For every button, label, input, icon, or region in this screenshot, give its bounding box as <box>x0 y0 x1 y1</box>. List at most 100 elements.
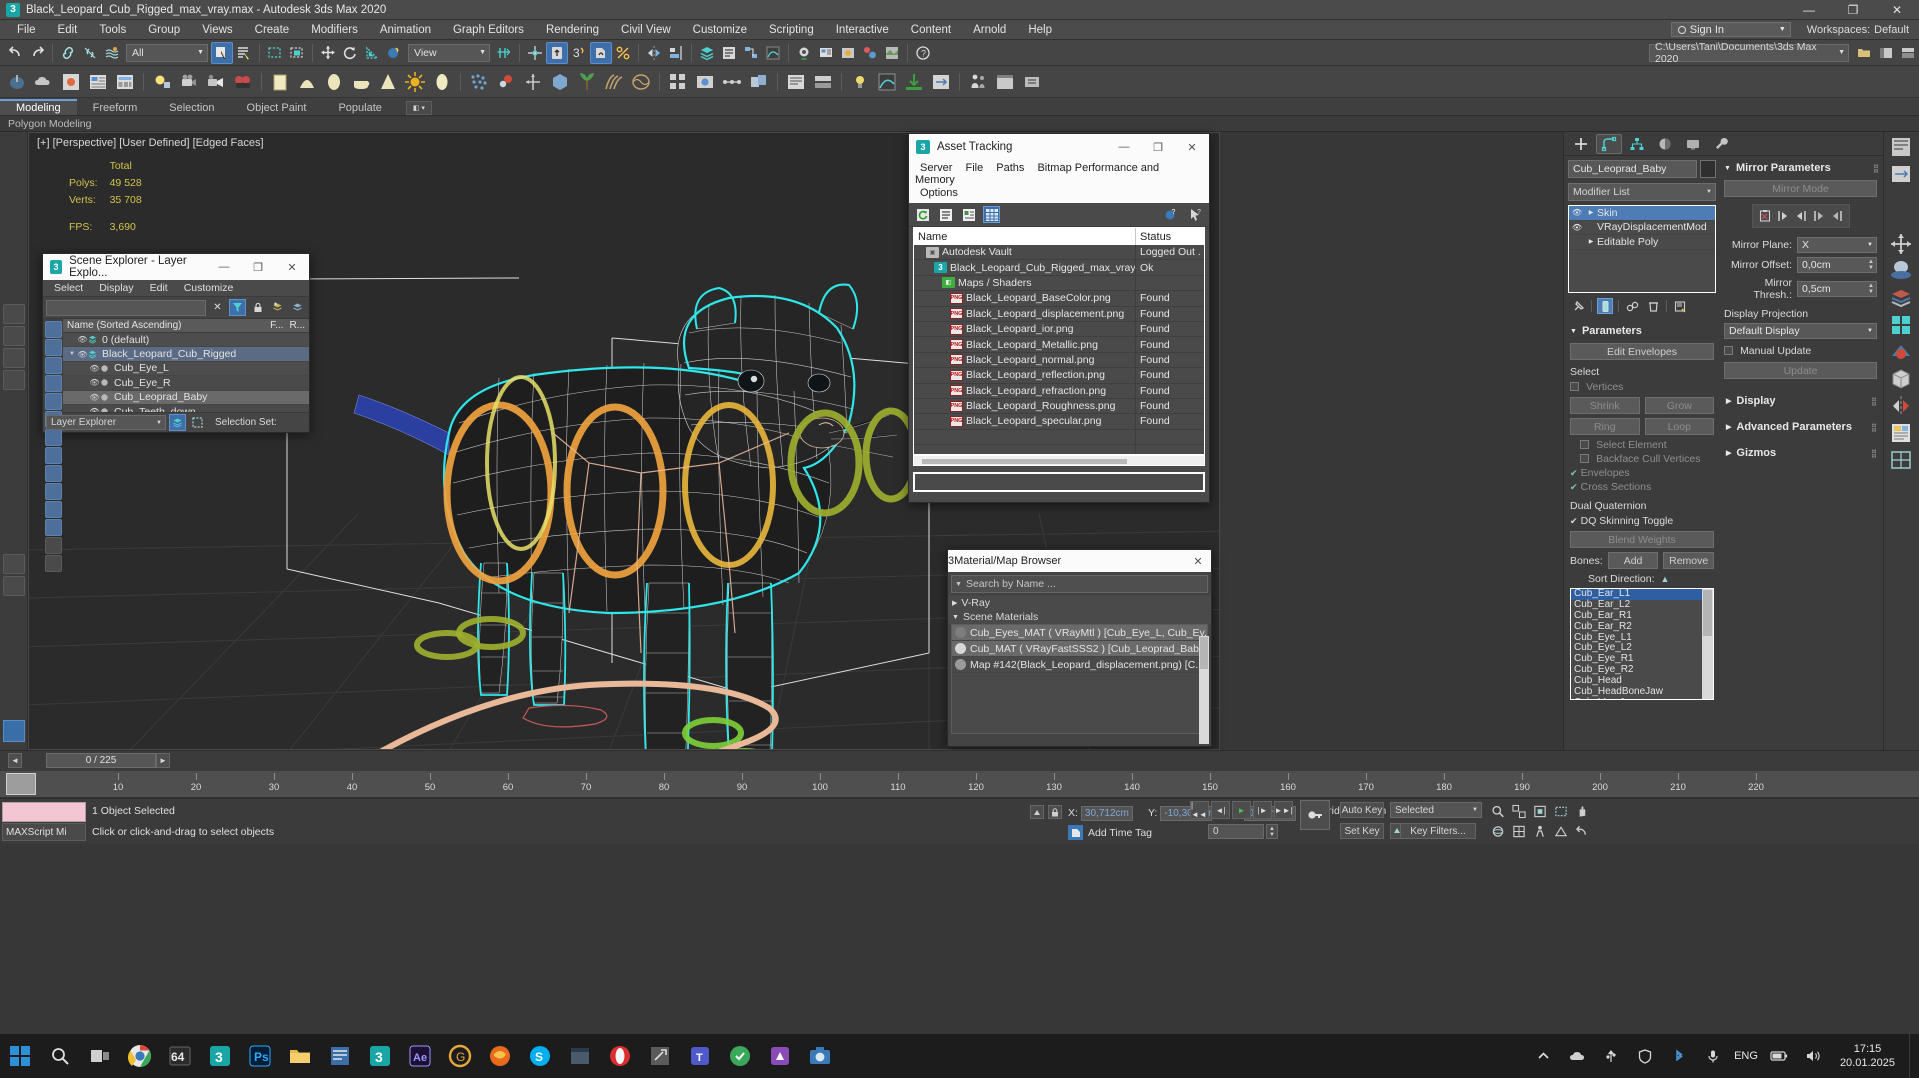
skype-icon[interactable]: S <box>520 1036 560 1076</box>
curve-editor-icon[interactable] <box>762 42 784 64</box>
at-menu-file[interactable]: File <box>960 161 988 175</box>
modifier-list-combo[interactable]: Modifier List ▼ <box>1568 183 1716 201</box>
help-web-icon[interactable]: ? <box>1162 206 1179 223</box>
rail-grid-icon[interactable] <box>1888 313 1916 339</box>
asset-table-row[interactable]: ◧ Maps / Shaders <box>914 275 1204 292</box>
rail-material-icon[interactable] <box>1888 340 1916 366</box>
scroll-thumb[interactable] <box>1200 637 1208 669</box>
remove-modifier-icon[interactable] <box>1645 298 1661 314</box>
rail-render-icon[interactable] <box>1888 421 1916 447</box>
set-key-button[interactable]: Set Key <box>1340 823 1384 839</box>
particle-system-icon[interactable] <box>466 69 492 95</box>
asset-table-row[interactable]: PNG Black_Leopard_displacement.png Found <box>914 306 1204 322</box>
menu-tools[interactable]: Tools <box>88 22 137 38</box>
asset-tracking-window[interactable]: 3 Asset Tracking — ❐ ✕ Server File Paths… <box>908 133 1210 503</box>
usb-icon[interactable] <box>1598 1036 1624 1076</box>
select-by-name-button[interactable] <box>233 42 255 64</box>
walkthrough-icon[interactable] <box>1532 823 1548 839</box>
material-browser-close-button[interactable]: ✕ <box>1185 550 1211 572</box>
at-menu-paths[interactable]: Paths <box>991 161 1029 175</box>
scene-converter-icon[interactable] <box>928 69 954 95</box>
key-mode-combo[interactable]: Selected ▼ <box>1390 802 1482 818</box>
workspaces-value[interactable]: Default <box>1874 24 1909 36</box>
select-element-checkbox[interactable] <box>1580 440 1589 449</box>
scene-explorer-minimize-button[interactable]: — <box>207 254 241 280</box>
field-of-view-icon[interactable] <box>1553 823 1569 839</box>
show-end-result-icon[interactable] <box>1597 298 1613 314</box>
asset-table-row[interactable]: ▣ Autodesk Vault Logged Out . <box>914 245 1204 261</box>
bone-list-scrollbar[interactable] <box>1702 589 1713 699</box>
visibility-eye-icon[interactable]: 👁 <box>77 350 88 359</box>
sunlight-icon[interactable] <box>402 69 428 95</box>
asset-table-row[interactable]: PNG Black_Leopard_specular.png Found <box>914 414 1204 430</box>
scene-explorer-column-header[interactable]: Name (Sorted Ascending) F... R... <box>63 319 309 333</box>
quick-render-icon[interactable] <box>793 42 815 64</box>
toggle-scene-explorer-icon[interactable] <box>1875 42 1897 64</box>
task-view-icon[interactable] <box>80 1036 120 1076</box>
table-view-icon[interactable] <box>983 206 1000 223</box>
object-color-swatch[interactable] <box>1700 160 1716 178</box>
next-key-button[interactable]: ► <box>156 753 170 768</box>
chrome-icon[interactable] <box>120 1036 160 1076</box>
microphone-icon[interactable] <box>1700 1036 1726 1076</box>
go-to-end-button[interactable]: ►►| <box>1274 801 1293 819</box>
window-app-icon[interactable] <box>560 1036 600 1076</box>
render-to-texture-icon[interactable] <box>881 42 903 64</box>
snap-toggle-icon[interactable] <box>524 42 546 64</box>
sort-ascending-icon[interactable]: ▲ <box>1661 574 1670 584</box>
filter-shapes-icon[interactable] <box>44 339 62 356</box>
go-to-start-button[interactable]: |◄◄ <box>1190 801 1209 819</box>
language-indicator[interactable]: ENG <box>1734 1050 1758 1062</box>
scene-explorer-row[interactable]: 👁 0 (default) <box>63 333 309 348</box>
asset-table-row[interactable]: PNG Black_Leopard_BaseColor.png Found <box>914 291 1204 307</box>
paste-blue-to-green-icon[interactable] <box>1829 208 1845 224</box>
display-projection-combo[interactable]: Default Display ▼ <box>1724 323 1877 339</box>
se-menu-display[interactable]: Display <box>92 281 140 295</box>
ring-button[interactable]: Ring <box>1570 418 1640 435</box>
se-menu-customize[interactable]: Customize <box>177 281 241 295</box>
ribbon-options-button[interactable]: ◧ ▾ <box>405 101 432 115</box>
left-tool-3-icon[interactable] <box>2 348 25 368</box>
3dsmax-taskbar-icon-2[interactable]: 3 <box>360 1036 400 1076</box>
modifier-stack-list[interactable]: 👁 ▶ Skin 👁 VRayDisplacementMod ▶ Editable Poly <box>1568 205 1716 293</box>
left-tool-1-icon[interactable] <box>2 304 25 324</box>
add-time-tag-label[interactable]: Add Time Tag <box>1088 827 1152 839</box>
rail-box-icon[interactable] <box>1888 367 1916 393</box>
loop-button[interactable]: Loop <box>1644 418 1714 435</box>
tab-create[interactable] <box>1568 134 1594 154</box>
percent-icon[interactable] <box>612 42 634 64</box>
se-menu-edit[interactable]: Edit <box>143 281 175 295</box>
lock-selection-icon[interactable] <box>1048 805 1062 819</box>
physical-camera-icon[interactable] <box>230 69 256 95</box>
align-icon[interactable] <box>665 42 687 64</box>
scene-explorer-window[interactable]: 3 Scene Explorer - Layer Explo... — ❐ ✕ … <box>42 253 310 572</box>
firefox-icon[interactable] <box>480 1036 520 1076</box>
prev-key-button[interactable]: ◄ <box>8 753 22 768</box>
green-app-icon[interactable] <box>720 1036 760 1076</box>
configure-modifier-sets-icon[interactable] <box>1672 298 1688 314</box>
scroll-thumb[interactable] <box>922 459 1127 464</box>
help-icon[interactable]: ? <box>912 42 934 64</box>
hair-and-fur-icon[interactable] <box>601 69 627 95</box>
scene-explorer-row[interactable]: 👁 Cub_Eye_L <box>63 361 309 377</box>
window-crossing-toggle-icon[interactable] <box>286 42 308 64</box>
add-time-tag-icon[interactable] <box>1068 825 1083 840</box>
material-map-browser-window[interactable]: 3 Material/Map Browser ✕ ▼ Search by Nam… <box>947 549 1212 747</box>
filter-more-icon[interactable] <box>44 555 62 572</box>
pan-icon[interactable] <box>1574 803 1590 819</box>
cloth-icon[interactable] <box>628 69 654 95</box>
zoom-all-icon[interactable] <box>1511 803 1527 819</box>
import-icon[interactable] <box>901 69 927 95</box>
foliage-icon[interactable] <box>574 69 600 95</box>
paste-blue-to-green-bones-icon[interactable] <box>1757 208 1773 224</box>
curve-editor2-icon[interactable] <box>874 69 900 95</box>
tab-selection[interactable]: Selection <box>153 101 230 115</box>
se-menu-select[interactable]: Select <box>47 281 90 295</box>
shield-icon[interactable] <box>1632 1036 1658 1076</box>
rail-sphere-icon[interactable] <box>1888 259 1916 285</box>
modifier-stack-item[interactable]: 👁 VRayDisplacementMod <box>1569 221 1715 235</box>
ribbon-toggle-icon[interactable] <box>810 69 836 95</box>
layer-options-icon[interactable] <box>289 299 306 316</box>
scene-explorer-row[interactable]: ▼ 👁 Black_Leopard_Cub_Rigged <box>63 347 309 362</box>
scene-explorer-row[interactable]: 👁 Cub_Leoprad_Baby <box>63 390 309 405</box>
